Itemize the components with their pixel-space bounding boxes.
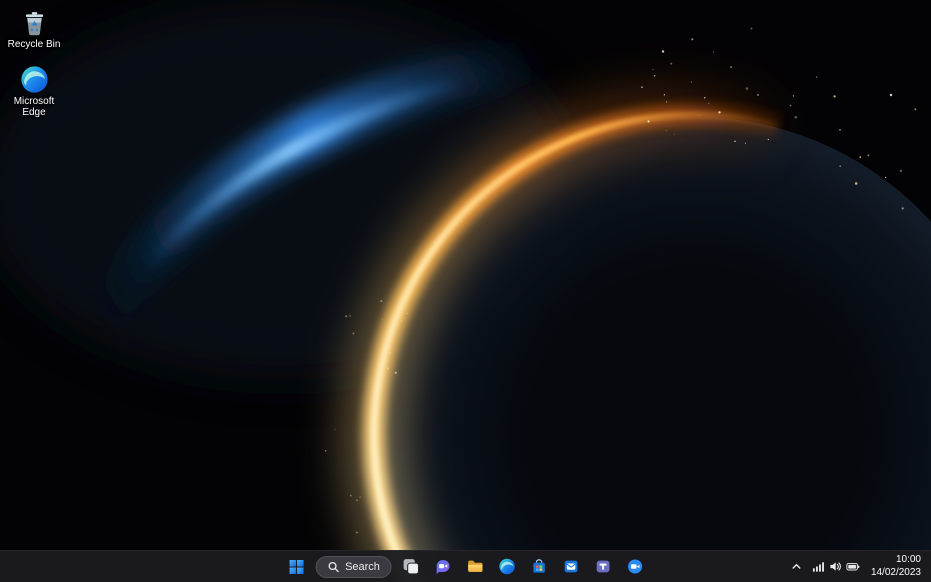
tray-chevron-button[interactable] — [787, 554, 806, 580]
taskbar-center-group: Search — [283, 551, 648, 582]
desktop-icon-list: Recycle Bin Microsoft Edge — [2, 6, 66, 121]
video-chat-icon — [626, 558, 643, 575]
chat-icon — [434, 558, 451, 575]
chevron-up-icon — [791, 561, 802, 572]
teams-button[interactable] — [590, 554, 616, 580]
edge-button[interactable] — [494, 554, 520, 580]
edge-icon — [498, 558, 515, 575]
system-tray: 10:00 14/02/2023 — [787, 551, 931, 582]
battery-icon — [846, 560, 860, 573]
volume-icon — [829, 560, 842, 573]
clock-time: 10:00 — [896, 554, 921, 566]
desktop-screen: Recycle Bin Microsoft Edge — [0, 0, 931, 582]
recycle-bin-icon — [20, 8, 49, 37]
video-chat-button[interactable] — [622, 554, 648, 580]
search-box[interactable]: Search — [315, 556, 392, 578]
teams-icon — [594, 558, 611, 575]
desktop-icon-label: Microsoft Edge — [4, 96, 64, 119]
file-explorer-button[interactable] — [462, 554, 488, 580]
search-label: Search — [345, 561, 380, 573]
tray-status-button[interactable] — [808, 554, 864, 580]
wallpaper-image — [0, 0, 931, 582]
outlook-button[interactable] — [558, 554, 584, 580]
chat-button[interactable] — [430, 554, 456, 580]
taskbar: Search — [0, 550, 931, 582]
edge-icon — [20, 65, 49, 94]
clock[interactable]: 10:00 14/02/2023 — [866, 554, 926, 578]
desktop-icon-label: Recycle Bin — [8, 39, 61, 51]
start-button[interactable] — [283, 554, 309, 580]
task-view-button[interactable] — [398, 554, 424, 580]
desktop-icon-microsoft-edge[interactable]: Microsoft Edge — [2, 63, 66, 121]
search-icon — [327, 561, 339, 573]
store-button[interactable] — [526, 554, 552, 580]
windows-logo-icon — [288, 559, 304, 575]
store-icon — [530, 558, 547, 575]
task-view-icon — [402, 558, 419, 575]
desktop-icon-recycle-bin[interactable]: Recycle Bin — [2, 6, 66, 53]
network-icon — [812, 560, 825, 573]
file-explorer-icon — [466, 558, 483, 575]
outlook-icon — [562, 558, 579, 575]
clock-date: 14/02/2023 — [871, 567, 921, 579]
